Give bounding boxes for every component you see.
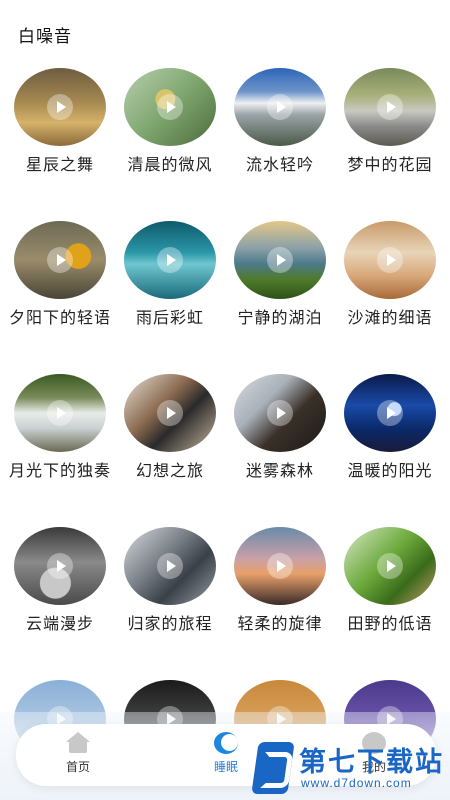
sound-thumbnail[interactable] bbox=[344, 221, 436, 299]
play-icon[interactable] bbox=[157, 553, 183, 579]
sound-title: 雨后彩虹 bbox=[135, 310, 204, 327]
watermark-url: www.d7down.com bbox=[301, 776, 412, 790]
sound-thumbnail[interactable] bbox=[124, 68, 216, 146]
sound-thumbnail[interactable] bbox=[124, 374, 216, 452]
sound-thumbnail[interactable] bbox=[14, 374, 106, 452]
play-icon[interactable] bbox=[47, 553, 73, 579]
sound-title: 流水轻吟 bbox=[245, 157, 314, 174]
play-icon[interactable] bbox=[47, 400, 73, 426]
moon-icon bbox=[214, 732, 238, 754]
sound-title: 月光下的独奏 bbox=[9, 463, 112, 480]
sound-thumbnail[interactable] bbox=[234, 221, 326, 299]
tab-home-label: 首页 bbox=[65, 760, 90, 774]
play-icon[interactable] bbox=[377, 553, 403, 579]
play-icon[interactable] bbox=[267, 247, 293, 273]
play-icon[interactable] bbox=[157, 247, 183, 273]
play-icon[interactable] bbox=[267, 94, 293, 120]
sound-title: 迷雾森林 bbox=[245, 463, 314, 480]
sound-title: 温暖的阳光 bbox=[347, 463, 433, 480]
sound-title: 轻柔的旋律 bbox=[237, 616, 323, 633]
sound-thumbnail[interactable] bbox=[124, 527, 216, 605]
play-icon[interactable] bbox=[377, 400, 403, 426]
page-title: 白噪音 bbox=[18, 27, 72, 46]
play-icon[interactable] bbox=[377, 94, 403, 120]
sound-title: 幻想之旅 bbox=[135, 463, 204, 480]
sound-thumbnail[interactable] bbox=[234, 374, 326, 452]
sound-title: 沙滩的细语 bbox=[347, 310, 433, 327]
sound-title: 梦中的花园 bbox=[347, 157, 433, 174]
play-icon[interactable] bbox=[47, 94, 73, 120]
play-icon[interactable] bbox=[157, 400, 183, 426]
sound-thumbnail[interactable] bbox=[14, 527, 106, 605]
sound-title: 夕阳下的轻语 bbox=[9, 310, 112, 327]
play-icon[interactable] bbox=[267, 400, 293, 426]
watermark-title: 第七下载站 bbox=[299, 747, 444, 778]
sound-thumbnail[interactable] bbox=[234, 527, 326, 605]
tab-home[interactable]: 首页 bbox=[38, 732, 118, 775]
sound-title: 云端漫步 bbox=[25, 616, 94, 633]
play-icon[interactable] bbox=[377, 247, 403, 273]
sound-thumbnail[interactable] bbox=[344, 68, 436, 146]
sound-title: 星辰之舞 bbox=[25, 157, 94, 174]
sound-title: 归家的旅程 bbox=[127, 616, 213, 633]
home-icon bbox=[66, 732, 90, 754]
sound-thumbnail[interactable] bbox=[14, 221, 106, 299]
sound-title: 田野的低语 bbox=[347, 616, 433, 633]
sound-thumbnail[interactable] bbox=[124, 221, 216, 299]
site-watermark: 第七下载站 www.d7down.com bbox=[251, 738, 450, 798]
sound-thumbnail[interactable] bbox=[344, 527, 436, 605]
sound-thumbnail[interactable] bbox=[234, 68, 326, 146]
sound-title: 宁静的湖泊 bbox=[237, 310, 323, 327]
watermark-logo-icon bbox=[251, 742, 295, 794]
sound-title: 清晨的微风 bbox=[127, 157, 213, 174]
play-icon[interactable] bbox=[157, 94, 183, 120]
sound-thumbnail[interactable] bbox=[14, 68, 106, 146]
sound-thumbnail[interactable] bbox=[344, 374, 436, 452]
play-icon[interactable] bbox=[47, 247, 73, 273]
play-icon[interactable] bbox=[267, 553, 293, 579]
